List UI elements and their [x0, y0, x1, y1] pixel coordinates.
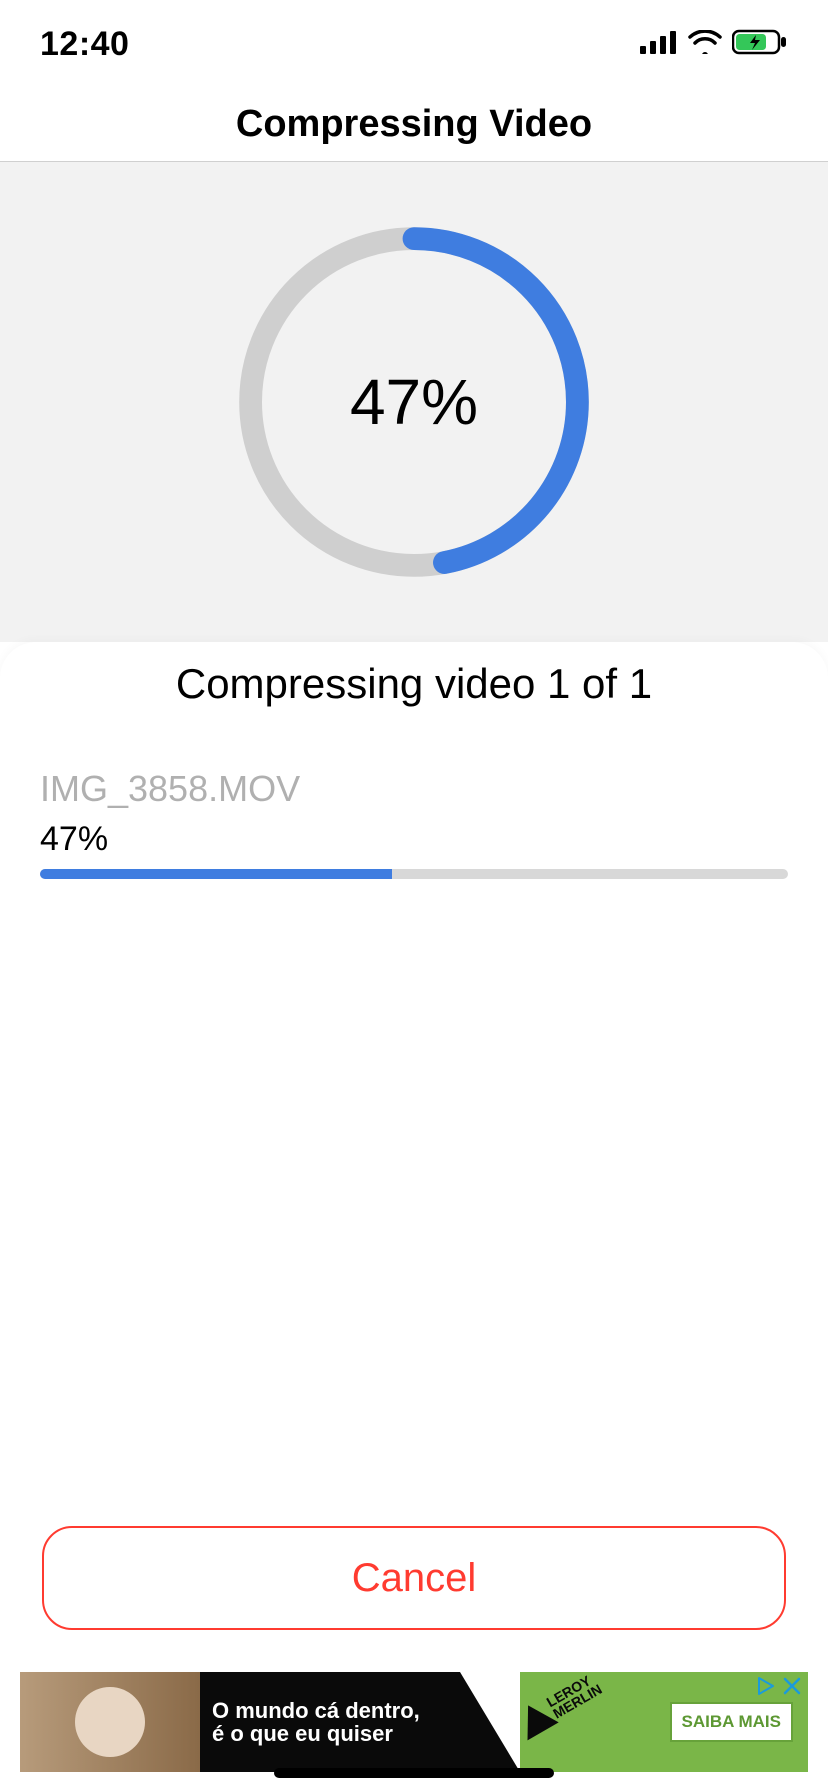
- cancel-button-label: Cancel: [352, 1556, 477, 1601]
- cellular-icon: [640, 30, 678, 59]
- ad-line1: O mundo cá dentro,: [212, 1699, 460, 1722]
- progress-ring: 47%: [224, 212, 604, 592]
- progress-card: Compressing video 1 of 1 IMG_3858.MOV 47…: [0, 642, 828, 1792]
- status-time: 12:40: [40, 25, 129, 64]
- file-percent-label: 47%: [40, 820, 788, 859]
- linear-progress: [40, 869, 788, 879]
- ad-image: [20, 1672, 200, 1772]
- progress-percent-label: 47%: [224, 212, 604, 592]
- screen: 12:40: [0, 0, 828, 1792]
- ad-banner[interactable]: O mundo cá dentro, é o que eu quiser LER…: [20, 1672, 808, 1772]
- file-name: IMG_3858.MOV: [40, 768, 788, 810]
- battery-charging-icon: [732, 29, 788, 60]
- close-icon[interactable]: [782, 1676, 802, 1696]
- ad-cta-label: SAIBA MAIS: [682, 1712, 782, 1731]
- ad-text-block: O mundo cá dentro, é o que eu quiser: [200, 1672, 460, 1772]
- ad-cta-button[interactable]: SAIBA MAIS: [670, 1702, 794, 1742]
- adchoices-icon: [756, 1676, 776, 1696]
- ad-people-placeholder: [75, 1687, 145, 1757]
- status-icons: [640, 29, 788, 60]
- progress-area: 47%: [0, 162, 828, 642]
- ad-brand-logo: LEROY MERLIN: [513, 1672, 606, 1740]
- linear-progress-fill: [40, 869, 392, 879]
- wifi-icon: [688, 30, 722, 59]
- card-title: Compressing video 1 of 1: [0, 660, 828, 708]
- cancel-button[interactable]: Cancel: [42, 1526, 786, 1630]
- cancel-wrap: Cancel: [0, 1526, 828, 1660]
- ad-diagonal: [460, 1672, 520, 1772]
- status-bar: 12:40: [0, 0, 828, 88]
- spacer: [0, 879, 828, 1526]
- ad-choices-badge[interactable]: [756, 1676, 802, 1696]
- file-block: IMG_3858.MOV 47%: [0, 768, 828, 879]
- header: Compressing Video: [0, 88, 828, 162]
- ad-brand-text: LEROY MERLIN: [545, 1672, 604, 1720]
- home-indicator[interactable]: [274, 1768, 554, 1778]
- ad-right: LEROY MERLIN SAIBA MAIS: [520, 1672, 808, 1772]
- ad-line2: é o que eu quiser: [212, 1722, 460, 1745]
- page-title: Compressing Video: [236, 103, 592, 146]
